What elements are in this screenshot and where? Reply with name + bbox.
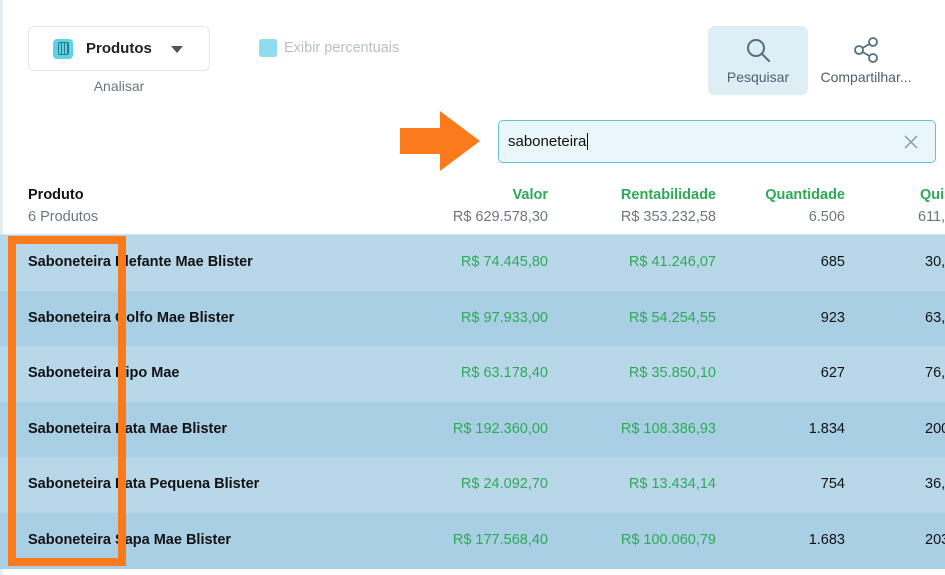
cell-rentabilidade: R$ 13.434,14	[628, 476, 716, 492]
cell-quantidade: 627	[820, 365, 845, 381]
percent-toggle[interactable]: Exibir percentuais	[259, 39, 399, 57]
cell-rentabilidade: R$ 41.246,07	[628, 254, 716, 270]
table-row[interactable]: Saboneteira Golfo Mae Blister R$ 97.933,…	[0, 291, 945, 347]
cell-rentabilidade: R$ 100.060,79	[620, 532, 716, 548]
cell-quilos: 203,	[925, 532, 945, 548]
column-total-rentabilidade: R$ 353.232,58	[620, 209, 716, 225]
column-header-valor[interactable]: Valor	[513, 187, 548, 203]
search-input-value: saboneteira	[508, 133, 587, 150]
cell-valor: R$ 97.933,00	[460, 310, 548, 326]
cell-rentabilidade: R$ 54.254,55	[628, 310, 716, 326]
share-button[interactable]: Compartilhar...	[815, 26, 917, 95]
column-header-produto[interactable]: Produto	[28, 187, 84, 203]
cell-rentabilidade: R$ 35.850,10	[628, 365, 716, 381]
column-total-quilos: 611,	[918, 209, 945, 225]
table-row[interactable]: Saboneteira Pata Mae Blister R$ 192.360,…	[0, 402, 945, 458]
cell-quantidade: 1.683	[808, 532, 845, 548]
search-icon	[747, 39, 770, 62]
cell-quantidade: 685	[820, 254, 845, 270]
cell-valor: R$ 192.360,00	[452, 421, 548, 437]
share-icon	[854, 37, 878, 63]
cell-quantidade: 754	[820, 476, 845, 492]
percent-toggle-label: Exibir percentuais	[284, 40, 400, 56]
dimension-dropdown[interactable]: Produtos	[28, 26, 210, 71]
cell-quilos: 36,	[925, 476, 945, 492]
cell-valor: R$ 177.568,40	[452, 532, 548, 548]
column-total-quantidade: 6.506	[808, 209, 845, 225]
cell-quantidade: 1.834	[808, 421, 845, 437]
table-row[interactable]: Saboneteira Sapa Mae Blister R$ 177.568,…	[0, 513, 945, 569]
cell-valor: R$ 63.178,40	[460, 365, 548, 381]
cell-quilos: 63,	[925, 310, 945, 326]
cell-rentabilidade: R$ 108.386,93	[620, 421, 716, 437]
cell-valor: R$ 74.445,80	[460, 254, 548, 270]
table-row[interactable]: Saboneteira Pata Pequena Blister R$ 24.0…	[0, 457, 945, 513]
cell-quilos: 30,	[925, 254, 945, 270]
chevron-down-icon	[171, 46, 183, 53]
dimension-caption: Analisar	[93, 78, 145, 94]
search-input[interactable]: saboneteira	[498, 120, 936, 163]
column-header-rentabilidade[interactable]: Rentabilidade	[621, 187, 716, 203]
table-row[interactable]: Saboneteira Hipo Mae R$ 63.178,40 R$ 35.…	[0, 346, 945, 402]
search-button-label: Pesquisar	[726, 69, 790, 85]
column-total-produto: 6 Produtos	[28, 209, 99, 225]
cell-quilos: 200,	[925, 421, 945, 437]
percent-checkbox[interactable]	[259, 39, 277, 57]
text-caret	[587, 133, 589, 150]
column-total-valor: R$ 629.578,30	[452, 209, 548, 225]
product-dimension-icon	[53, 38, 73, 59]
close-icon[interactable]	[903, 134, 919, 150]
highlight-box	[8, 236, 126, 566]
search-button[interactable]: Pesquisar	[708, 26, 808, 95]
orange-arrow-icon	[400, 111, 480, 171]
column-header-quantidade[interactable]: Quantidade	[765, 187, 845, 203]
cell-quilos: 76,	[925, 365, 945, 381]
column-header-quilos[interactable]: Quil	[920, 187, 945, 203]
table-row[interactable]: Saboneteira Elefante Mae Blister R$ 74.4…	[0, 235, 945, 291]
cell-quantidade: 923	[820, 310, 845, 326]
share-button-label: Compartilhar...	[820, 69, 912, 85]
dimension-dropdown-label: Produtos	[86, 40, 152, 57]
cell-valor: R$ 24.092,70	[460, 476, 548, 492]
